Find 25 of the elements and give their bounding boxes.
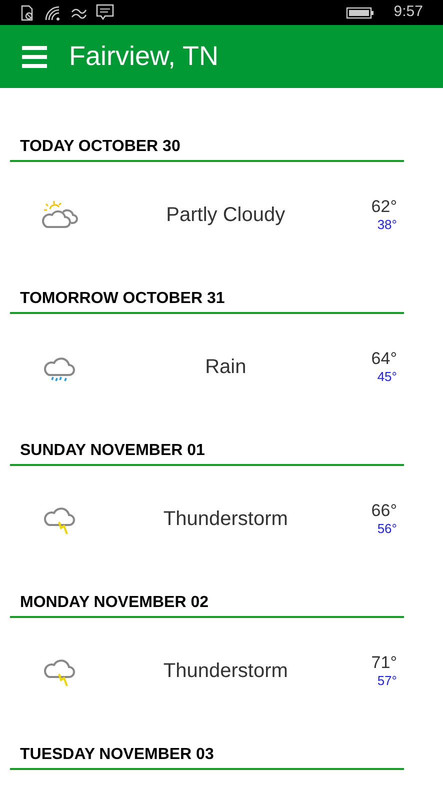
day-heading: TOMORROW OCTOBER 31 (20, 290, 225, 307)
menu-icon[interactable] (22, 46, 47, 68)
high-temperature: 71° (371, 652, 397, 672)
low-temperature: 45° (377, 368, 397, 384)
day-heading: TUESDAY NOVEMBER 03 (20, 746, 214, 763)
condition-label: Partly Cloudy (166, 202, 286, 228)
low-temperature: 57° (377, 672, 397, 688)
condition-label: Thunderstorm (163, 658, 288, 684)
high-temperature: 62° (371, 196, 397, 216)
partly-cloudy-icon (41, 200, 79, 230)
message-icon (96, 4, 114, 21)
clock-time: 9:57 (394, 2, 423, 22)
no-sim-icon (20, 4, 34, 20)
location-title: Fairview, TN (69, 40, 219, 74)
wifi-icon (44, 4, 62, 20)
low-temperature: 56° (377, 520, 397, 536)
battery-icon (346, 6, 374, 18)
high-temperature: 66° (371, 500, 397, 520)
day-heading: TODAY OCTOBER 30 (20, 138, 180, 155)
low-temperature: 38° (377, 216, 397, 232)
day-heading: MONDAY NOVEMBER 02 (20, 594, 208, 611)
high-temperature: 64° (371, 348, 397, 368)
condition-label: Thunderstorm (163, 506, 288, 532)
condition-label: Rain (205, 354, 246, 380)
day-heading: SUNDAY NOVEMBER 01 (20, 442, 205, 459)
